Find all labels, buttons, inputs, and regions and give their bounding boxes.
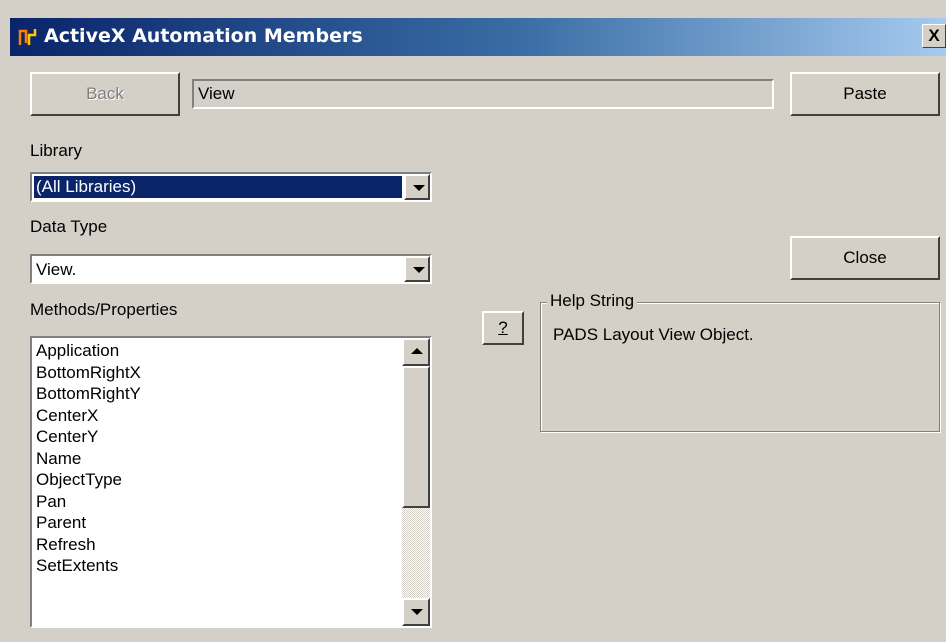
data-type-dropdown-arrow[interactable] (404, 256, 430, 282)
library-label: Library (30, 141, 82, 160)
help-string-legend: Help String (547, 291, 638, 311)
close-window-button[interactable]: X (922, 24, 946, 48)
library-dropdown[interactable]: (All Libraries) (30, 172, 432, 202)
list-item[interactable]: SetExtents (34, 555, 400, 577)
list-item[interactable]: Parent (34, 512, 400, 534)
close-button-label: Close (843, 248, 887, 267)
list-item[interactable]: ObjectType (34, 469, 400, 491)
scroll-down-button[interactable] (402, 598, 430, 626)
dialog-body: Back View Paste Library (All Libraries) … (10, 56, 946, 642)
list-item[interactable]: BottomRightX (34, 362, 400, 384)
data-type-selected: View. (36, 260, 77, 279)
help-string-text: PADS Layout View Object. (553, 325, 754, 344)
library-selected: (All Libraries) (34, 176, 402, 198)
library-dropdown-arrow[interactable] (404, 174, 430, 200)
chevron-up-icon (411, 348, 423, 354)
members-scrollbar[interactable] (402, 338, 430, 626)
list-item[interactable]: BottomRightY (34, 383, 400, 405)
list-item[interactable]: Refresh (34, 534, 400, 556)
list-item[interactable]: CenterY (34, 426, 400, 448)
window-title: ActiveX Automation Members (44, 25, 363, 47)
members-list[interactable]: Application BottomRightX BottomRightY Cente… (30, 336, 432, 628)
close-button[interactable]: Close (790, 236, 940, 280)
help-string-group: Help String PADS Layout View Object. (540, 291, 940, 432)
list-item[interactable]: Pan (34, 491, 400, 513)
scroll-thumb[interactable] (402, 366, 430, 508)
members-label: Methods/Properties (30, 300, 178, 319)
help-button-label: ? (498, 318, 508, 337)
back-button[interactable]: Back (30, 72, 180, 116)
back-button-label: Back (86, 84, 124, 103)
data-type-label: Data Type (30, 217, 108, 236)
scroll-up-button[interactable] (402, 338, 430, 366)
list-item[interactable]: Name (34, 448, 400, 470)
path-field[interactable]: View (192, 79, 774, 109)
list-item[interactable]: CenterX (34, 405, 400, 427)
list-item[interactable]: Application (34, 340, 400, 362)
paste-button-label: Paste (843, 84, 887, 103)
chevron-down-icon (413, 267, 425, 273)
chevron-down-icon (413, 185, 425, 191)
title-bar: ActiveX Automation Members X (10, 18, 946, 56)
data-type-dropdown[interactable]: View. (30, 254, 432, 284)
chevron-down-icon (411, 609, 423, 615)
path-value: View (198, 84, 235, 103)
members-list-items: Application BottomRightX BottomRightY Cente… (34, 340, 400, 577)
help-button[interactable]: ? (482, 311, 524, 345)
paste-button[interactable]: Paste (790, 72, 940, 116)
activex-icon (18, 29, 37, 45)
